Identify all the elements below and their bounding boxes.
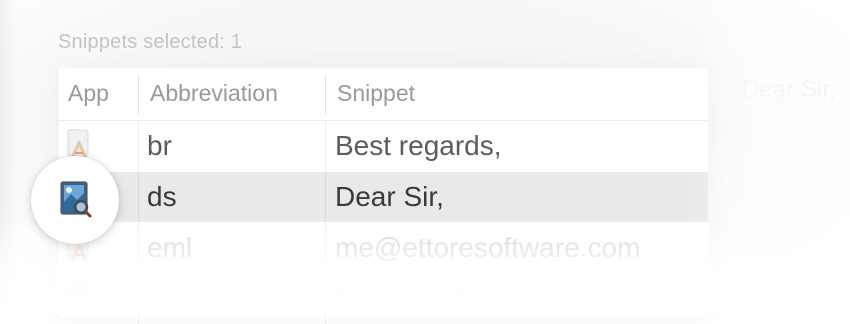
table-row[interactable]: br Best regards, xyxy=(58,121,708,171)
snippet-cell: Ettore Software xyxy=(335,283,528,314)
cell-divider xyxy=(325,274,326,324)
cell-divider xyxy=(325,121,326,171)
abbreviation-cell: esn xyxy=(147,283,193,314)
snippets-table: App Abbreviation Snippet br Best regards… xyxy=(57,68,708,324)
table-row[interactable]: eml me@ettoresoftware.com xyxy=(58,223,708,273)
cell-divider xyxy=(138,121,139,171)
snippet-cell: Best regards, xyxy=(335,130,502,161)
column-header-abbreviation[interactable]: Abbreviation xyxy=(150,80,278,107)
cell-divider xyxy=(138,172,139,222)
column-divider[interactable] xyxy=(325,74,326,114)
cell-divider xyxy=(138,274,139,324)
abbreviation-cell: eml xyxy=(147,232,193,263)
abbreviation-cell: ds xyxy=(147,181,177,212)
column-divider[interactable] xyxy=(138,74,139,114)
preview-app-icon[interactable] xyxy=(58,180,92,218)
textedit-icon xyxy=(66,282,92,314)
cell-divider xyxy=(138,223,139,273)
right-fade-overlay xyxy=(690,0,850,315)
table-row-selected[interactable]: ds Dear Sir, xyxy=(58,172,708,222)
snippet-cell: me@ettoresoftware.com xyxy=(335,232,641,263)
snippet-cell: Dear Sir, xyxy=(335,181,444,212)
cell-divider xyxy=(325,172,326,222)
cell-divider xyxy=(325,223,326,273)
table-header: App Abbreviation Snippet xyxy=(58,68,708,121)
window-edge-shadow xyxy=(0,0,18,315)
snippets-selected-count: Snippets selected: 1 xyxy=(58,31,243,53)
abbreviation-cell: br xyxy=(147,130,172,161)
column-header-snippet[interactable]: Snippet xyxy=(337,80,415,107)
snippet-preview-text: Dear Sir, xyxy=(742,76,836,103)
snippets-window-background: Snippets selected: 1 Dear Sir, App Abbre… xyxy=(0,0,850,324)
magnified-app-icon-callout xyxy=(31,156,119,244)
column-header-app[interactable]: App xyxy=(68,80,109,107)
table-row[interactable]: esn Ettore Software xyxy=(58,274,708,324)
